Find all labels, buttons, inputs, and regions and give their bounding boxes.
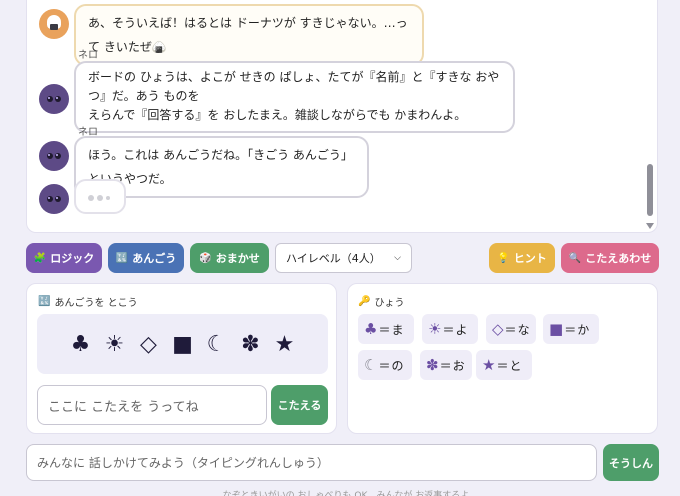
cipher-mode-button[interactable]: 🔣 あんごう bbox=[108, 243, 184, 273]
key-entry: ■ ＝か bbox=[543, 314, 599, 344]
footer-note: … なぞときいがいの おしゃべりも OK。みんなが お返事するよ bbox=[210, 491, 470, 496]
key-entry: ◇ ＝な bbox=[486, 314, 536, 344]
key-kana: ま bbox=[391, 322, 404, 337]
key-entry: ♣ ＝ま bbox=[358, 314, 414, 344]
nero-avatar bbox=[39, 84, 69, 114]
hint-button[interactable]: 💡 ヒント bbox=[489, 243, 555, 273]
puzzle-icon: 🧩 bbox=[33, 252, 47, 264]
key-entry: ✽ ＝お bbox=[420, 350, 472, 380]
key-equals: ＝ bbox=[439, 358, 452, 373]
cipher-card-title: あんごうを とこう bbox=[54, 298, 138, 309]
key-symbol: ☾ bbox=[364, 356, 378, 374]
key-entry: ★ ＝と bbox=[476, 350, 532, 380]
key-card-title: ひょう bbox=[374, 298, 405, 309]
key-symbol: ■ bbox=[549, 320, 564, 338]
key-kana: お bbox=[452, 358, 465, 373]
key-equals: ＝ bbox=[496, 358, 509, 373]
sender-name: ネロ bbox=[78, 50, 98, 61]
level-select[interactable]: ハイレベル（4人） ⌵ bbox=[275, 243, 412, 273]
key-entry: ☾ ＝の bbox=[358, 350, 412, 380]
key-symbol: ◇ bbox=[492, 320, 504, 338]
user-avatar bbox=[39, 9, 69, 39]
chat-message-input[interactable]: みんなに 話しかけてみよう（タイピングれんしゅう） bbox=[26, 444, 597, 481]
key-kana: の bbox=[391, 358, 404, 373]
random-mode-button[interactable]: 🎲 おまかせ bbox=[190, 243, 269, 273]
club-symbol: ♣ bbox=[70, 331, 91, 357]
lightbulb-icon: 💡 bbox=[497, 252, 510, 264]
key-icon: 🔑 bbox=[358, 296, 371, 307]
answer-input[interactable]: ここに こたえを うってね bbox=[37, 385, 267, 425]
key-symbol: ♣ bbox=[364, 320, 378, 338]
check-answers-button[interactable]: 🔍 こたえあわせ bbox=[561, 243, 659, 273]
magnifier-icon: 🔍 bbox=[568, 252, 582, 264]
chat-bubble-bot: ボードの ひょうは、よこが せきの ぱしょ、たてが『名前』と『すきな おやつ』だ… bbox=[74, 61, 515, 133]
diamond-symbol: ◇ bbox=[140, 331, 157, 357]
nero-avatar bbox=[39, 141, 69, 171]
chat-bubble-user: あ、そういえば！はるとは ドーナツが すきじゃない。…って きいたぜ🍙 bbox=[74, 4, 424, 66]
typing-indicator bbox=[74, 179, 126, 214]
key-kana: と bbox=[509, 358, 522, 373]
symbols-icon: 🔣 bbox=[38, 296, 51, 307]
key-kana: よ bbox=[455, 322, 468, 337]
cipher-symbols: ♣ ☀ ◇ ■ ☾ ✽ ★ bbox=[37, 314, 328, 374]
nero-avatar bbox=[39, 184, 69, 214]
key-equals: ＝ bbox=[378, 358, 391, 373]
scrollbar-thumb[interactable] bbox=[647, 164, 653, 216]
logic-mode-button[interactable]: 🧩 ロジック bbox=[26, 243, 102, 273]
moon-symbol: ☾ bbox=[206, 331, 227, 357]
key-equals: ＝ bbox=[564, 322, 577, 337]
key-symbol: ★ bbox=[482, 356, 496, 374]
key-equals: ＝ bbox=[442, 322, 455, 337]
key-card: 🔑 ひょう ♣ ＝ま ☀ ＝よ ◇ ＝な ■ ＝か ☾ ＝の ✽ ＝お ★ ＝と bbox=[347, 283, 658, 434]
star-symbol: ★ bbox=[274, 331, 295, 357]
key-symbol: ✽ bbox=[426, 356, 439, 374]
cipher-card: 🔣 あんごうを とこう ♣ ☀ ◇ ■ ☾ ✽ ★ ここに こたえを うってね … bbox=[26, 283, 337, 434]
key-equals: ＝ bbox=[378, 322, 391, 337]
square-symbol: ■ bbox=[172, 331, 193, 357]
sun-symbol: ☀ bbox=[104, 331, 125, 357]
submit-answer-button[interactable]: こたえる bbox=[271, 385, 328, 425]
key-kana: か bbox=[577, 322, 590, 337]
key-entry: ☀ ＝よ bbox=[422, 314, 478, 344]
chat-log: あ、そういえば！はるとは ドーナツが すきじゃない。…って きいたぜ🍙 ネロ ボ… bbox=[26, 0, 658, 233]
scroll-down-arrow-icon[interactable] bbox=[646, 223, 654, 229]
flower-symbol: ✽ bbox=[241, 331, 260, 357]
key-equals: ＝ bbox=[504, 322, 517, 337]
key-kana: な bbox=[517, 322, 530, 337]
send-button[interactable]: そうしん bbox=[603, 444, 659, 481]
chevron-down-icon: ⌵ bbox=[394, 253, 401, 263]
chat-scrollbar[interactable] bbox=[646, 0, 654, 232]
key-symbol: ☀ bbox=[428, 320, 442, 338]
symbols-icon: 🔣 bbox=[115, 252, 129, 264]
dice-icon: 🎲 bbox=[199, 252, 212, 264]
